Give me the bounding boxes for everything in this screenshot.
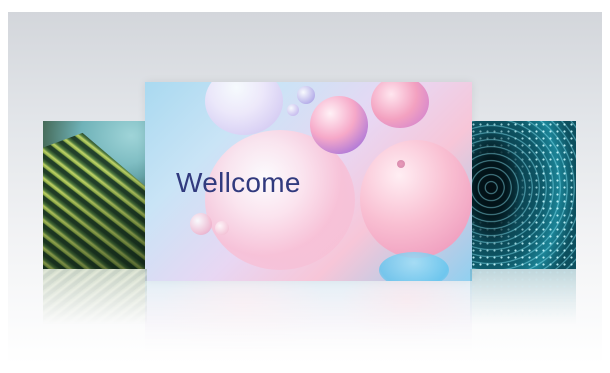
bubble-decoration [205,82,283,135]
bubble-decoration [190,213,212,235]
bubble-decoration [379,252,449,281]
carousel-stage: Wellcome [8,12,602,364]
tunnel-light-dots [470,121,576,269]
bubble-decoration [360,140,472,258]
slide-reflection-left [43,269,147,331]
slide-title: Wellcome [176,167,301,198]
bubble-decoration [310,96,368,154]
carousel-slide-right[interactable] [470,121,576,269]
slide-reflection-right [470,269,576,331]
leaf-shade-layer [43,121,147,269]
bubble-decoration [297,86,315,104]
bubble-decoration [397,160,405,168]
bubble-decoration [215,221,229,235]
carousel-slide-left[interactable] [43,121,147,269]
bubble-decoration [287,104,299,116]
carousel-slide-center[interactable]: Wellcome [145,82,472,281]
bubble-decoration [371,82,429,128]
slide-reflection-center [145,281,472,364]
